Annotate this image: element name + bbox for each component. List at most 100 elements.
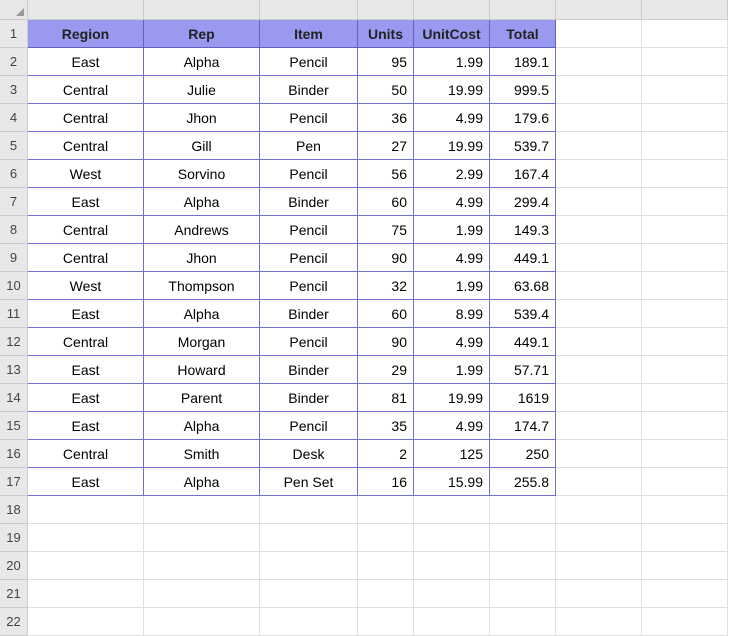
data-cell[interactable]: Pencil xyxy=(260,216,358,244)
row-header[interactable]: 21 xyxy=(0,580,28,608)
table-header-cell[interactable]: Rep xyxy=(144,20,260,48)
empty-cell[interactable] xyxy=(556,356,642,384)
data-cell[interactable]: Pencil xyxy=(260,104,358,132)
empty-cell[interactable] xyxy=(260,496,358,524)
column-header[interactable] xyxy=(260,0,358,20)
data-cell[interactable]: 539.4 xyxy=(490,300,556,328)
empty-cell[interactable] xyxy=(642,104,728,132)
row-header[interactable]: 20 xyxy=(0,552,28,580)
data-cell[interactable]: Thompson xyxy=(144,272,260,300)
data-cell[interactable]: 19.99 xyxy=(414,384,490,412)
empty-cell[interactable] xyxy=(556,468,642,496)
data-cell[interactable]: 27 xyxy=(358,132,414,160)
data-cell[interactable]: East xyxy=(28,468,144,496)
data-cell[interactable]: 1.99 xyxy=(414,272,490,300)
empty-cell[interactable] xyxy=(260,608,358,636)
empty-cell[interactable] xyxy=(358,524,414,552)
data-cell[interactable]: 179.6 xyxy=(490,104,556,132)
empty-cell[interactable] xyxy=(260,552,358,580)
data-cell[interactable]: Pencil xyxy=(260,244,358,272)
empty-cell[interactable] xyxy=(642,216,728,244)
data-cell[interactable]: 999.5 xyxy=(490,76,556,104)
data-cell[interactable]: Alpha xyxy=(144,300,260,328)
empty-cell[interactable] xyxy=(642,188,728,216)
select-all-corner[interactable] xyxy=(0,0,28,20)
data-cell[interactable]: Pencil xyxy=(260,412,358,440)
empty-cell[interactable] xyxy=(28,552,144,580)
data-cell[interactable]: 1.99 xyxy=(414,356,490,384)
data-cell[interactable]: 4.99 xyxy=(414,244,490,272)
row-header[interactable]: 8 xyxy=(0,216,28,244)
empty-cell[interactable] xyxy=(556,440,642,468)
data-cell[interactable]: 1619 xyxy=(490,384,556,412)
data-cell[interactable]: 16 xyxy=(358,468,414,496)
data-cell[interactable]: 255.8 xyxy=(490,468,556,496)
data-cell[interactable]: 174.7 xyxy=(490,412,556,440)
empty-cell[interactable] xyxy=(642,132,728,160)
data-cell[interactable]: 2.99 xyxy=(414,160,490,188)
empty-cell[interactable] xyxy=(642,384,728,412)
empty-cell[interactable] xyxy=(28,496,144,524)
empty-cell[interactable] xyxy=(28,580,144,608)
data-cell[interactable]: Pen xyxy=(260,132,358,160)
empty-cell[interactable] xyxy=(556,384,642,412)
data-cell[interactable]: West xyxy=(28,160,144,188)
data-cell[interactable]: Binder xyxy=(260,384,358,412)
data-cell[interactable]: 57.71 xyxy=(490,356,556,384)
table-header-cell[interactable]: Total xyxy=(490,20,556,48)
data-cell[interactable]: Pencil xyxy=(260,272,358,300)
empty-cell[interactable] xyxy=(556,76,642,104)
data-cell[interactable]: Morgan xyxy=(144,328,260,356)
data-cell[interactable]: Central xyxy=(28,244,144,272)
empty-cell[interactable] xyxy=(642,272,728,300)
empty-cell[interactable] xyxy=(642,468,728,496)
data-cell[interactable]: 90 xyxy=(358,328,414,356)
empty-cell[interactable] xyxy=(642,328,728,356)
data-cell[interactable]: Alpha xyxy=(144,48,260,76)
empty-cell[interactable] xyxy=(414,524,490,552)
data-cell[interactable]: Central xyxy=(28,216,144,244)
data-cell[interactable]: 539.7 xyxy=(490,132,556,160)
column-header[interactable] xyxy=(490,0,556,20)
data-cell[interactable]: Sorvino xyxy=(144,160,260,188)
data-cell[interactable]: 56 xyxy=(358,160,414,188)
row-header[interactable]: 15 xyxy=(0,412,28,440)
data-cell[interactable]: 19.99 xyxy=(414,132,490,160)
data-cell[interactable]: 4.99 xyxy=(414,188,490,216)
empty-cell[interactable] xyxy=(642,440,728,468)
data-cell[interactable]: Parent xyxy=(144,384,260,412)
data-cell[interactable]: Desk xyxy=(260,440,358,468)
empty-cell[interactable] xyxy=(144,496,260,524)
data-cell[interactable]: 4.99 xyxy=(414,412,490,440)
empty-cell[interactable] xyxy=(144,580,260,608)
empty-cell[interactable] xyxy=(414,552,490,580)
empty-cell[interactable] xyxy=(358,608,414,636)
empty-cell[interactable] xyxy=(556,328,642,356)
empty-cell[interactable] xyxy=(556,104,642,132)
data-cell[interactable]: Pencil xyxy=(260,328,358,356)
data-cell[interactable]: Binder xyxy=(260,188,358,216)
row-header[interactable]: 6 xyxy=(0,160,28,188)
data-cell[interactable]: 189.1 xyxy=(490,48,556,76)
data-cell[interactable]: Central xyxy=(28,132,144,160)
empty-cell[interactable] xyxy=(556,188,642,216)
data-cell[interactable]: East xyxy=(28,188,144,216)
data-cell[interactable]: 149.3 xyxy=(490,216,556,244)
data-cell[interactable]: Central xyxy=(28,328,144,356)
data-cell[interactable]: 299.4 xyxy=(490,188,556,216)
data-cell[interactable]: Andrews xyxy=(144,216,260,244)
empty-cell[interactable] xyxy=(144,552,260,580)
data-cell[interactable]: 1.99 xyxy=(414,48,490,76)
data-cell[interactable]: Alpha xyxy=(144,468,260,496)
empty-cell[interactable] xyxy=(642,608,728,636)
empty-cell[interactable] xyxy=(556,412,642,440)
data-cell[interactable]: 29 xyxy=(358,356,414,384)
empty-cell[interactable] xyxy=(642,76,728,104)
empty-cell[interactable] xyxy=(28,608,144,636)
table-header-cell[interactable]: Item xyxy=(260,20,358,48)
column-header[interactable] xyxy=(642,0,728,20)
data-cell[interactable]: Alpha xyxy=(144,412,260,440)
row-header[interactable]: 19 xyxy=(0,524,28,552)
data-cell[interactable]: Gill xyxy=(144,132,260,160)
data-cell[interactable]: 449.1 xyxy=(490,328,556,356)
